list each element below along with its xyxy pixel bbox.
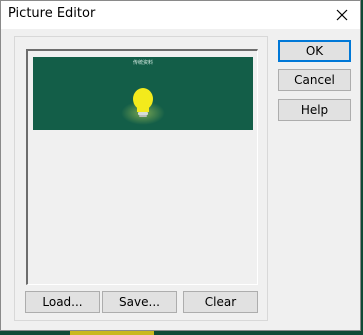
picture-image: 传统资料 xyxy=(33,57,253,130)
save-button[interactable]: Save... xyxy=(102,291,177,313)
background-desktop-bottom xyxy=(0,331,363,335)
close-icon xyxy=(336,9,348,21)
window-title: Picture Editor xyxy=(8,6,96,21)
ok-button[interactable]: OK xyxy=(278,40,351,62)
background-desktop-accent xyxy=(70,331,154,335)
picture-preview-area: 传统资料 xyxy=(26,49,258,285)
title-bar[interactable]: Picture Editor xyxy=(1,1,360,29)
cancel-button[interactable]: Cancel xyxy=(278,69,351,91)
lightbulb-icon xyxy=(133,88,153,117)
load-button[interactable]: Load... xyxy=(25,291,100,313)
picture-editor-dialog: Picture Editor 传统资料 Load... Save... Clea… xyxy=(0,0,361,331)
help-button[interactable]: Help xyxy=(278,99,351,121)
clear-button[interactable]: Clear xyxy=(183,291,258,313)
close-button[interactable] xyxy=(324,1,360,29)
